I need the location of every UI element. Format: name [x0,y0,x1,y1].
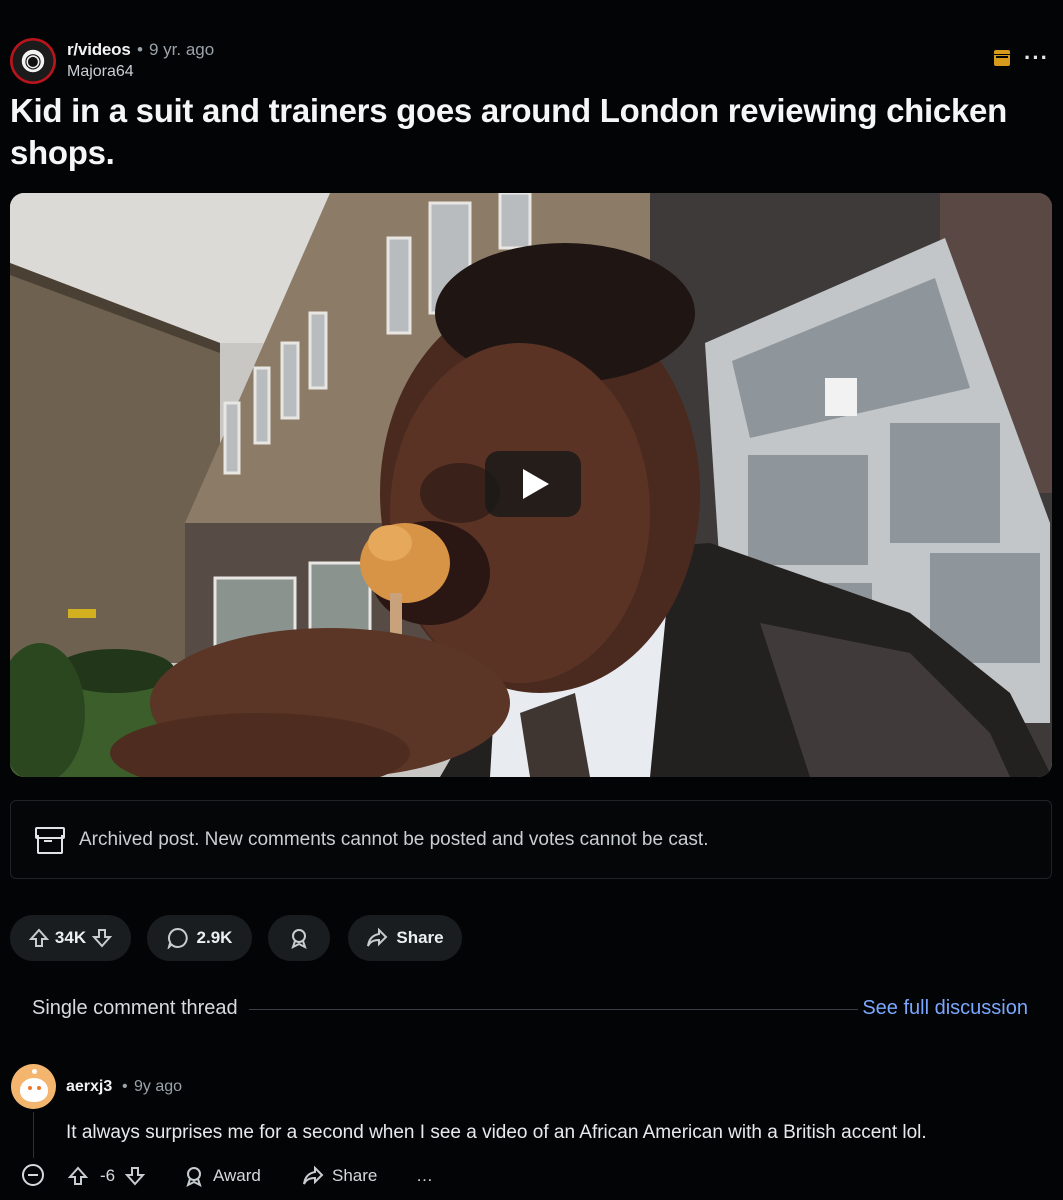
comment-vote-control: -6 [68,1162,146,1190]
snoo-antenna [32,1069,37,1074]
comment-more-button[interactable]: … [416,1162,433,1190]
share-label: Share [396,928,444,947]
share-icon [367,927,388,947]
archived-notice-text: Archived post. New comments cannot be po… [79,828,709,850]
upvote-icon[interactable] [28,928,49,948]
comment-author[interactable]: aerxj3 [66,1078,112,1096]
comment-share-label: Share [332,1166,378,1185]
archive-icon [35,826,65,854]
vote-control: 34K [10,915,131,961]
play-button[interactable] [485,451,581,517]
comment-thread-line[interactable] [33,1112,34,1158]
snoo-eye [28,1086,32,1090]
more-horizontal-icon[interactable]: ··· [1024,47,1049,69]
thread-label: Single comment thread [32,997,238,1019]
play-icon [523,469,549,499]
camera-icon: ◉ [24,50,42,72]
post-title[interactable]: Kid in a suit and trainers goes around L… [10,90,1050,174]
comment-award-icon [186,1167,202,1187]
subreddit-name[interactable]: r/videos [67,40,131,60]
post-author[interactable]: Majora64 [67,63,134,81]
comment-avatar[interactable] [11,1064,56,1109]
comment-body: It always surprises me for a second when… [66,1122,927,1143]
award-icon [291,929,307,949]
archive-badge-icon [994,50,1011,66]
thread-divider [249,1009,858,1010]
archived-notice: Archived post. New comments cannot be po… [10,800,1052,879]
see-full-discussion-link[interactable]: See full discussion [862,997,1028,1020]
video-player[interactable] [10,193,1052,777]
comment-icon [166,927,188,949]
header-actions: ··· [994,47,1049,69]
award-button[interactable] [268,915,330,961]
comment-award-label: Award [213,1166,261,1185]
minus-icon [28,1174,38,1176]
comments-button[interactable]: 2.9K [147,915,252,961]
comment-share-icon [303,1165,324,1185]
comment-count: 2.9K [196,928,233,947]
comment-award-button[interactable]: Award [183,1162,261,1190]
snoo-head [20,1078,48,1102]
comment-meta-separator: • [122,1078,128,1095]
comment-score: -6 [100,1166,116,1185]
vote-count: 34K [54,928,87,947]
subreddit-avatar[interactable]: ◉ [10,38,56,84]
post-time: 9 yr. ago [149,40,215,59]
collapse-thread-button[interactable] [22,1164,44,1186]
comment-upvote-icon[interactable] [68,1166,88,1186]
comment-downvote-icon[interactable] [125,1166,146,1186]
downvote-icon[interactable] [92,928,113,948]
comment-more-icon: … [416,1166,433,1185]
share-button[interactable]: Share [348,915,462,961]
snoo-eye [37,1086,41,1090]
comment-time: 9y ago [134,1078,183,1095]
meta-separator: • [137,40,143,59]
comment-share-button[interactable]: Share [302,1162,377,1190]
